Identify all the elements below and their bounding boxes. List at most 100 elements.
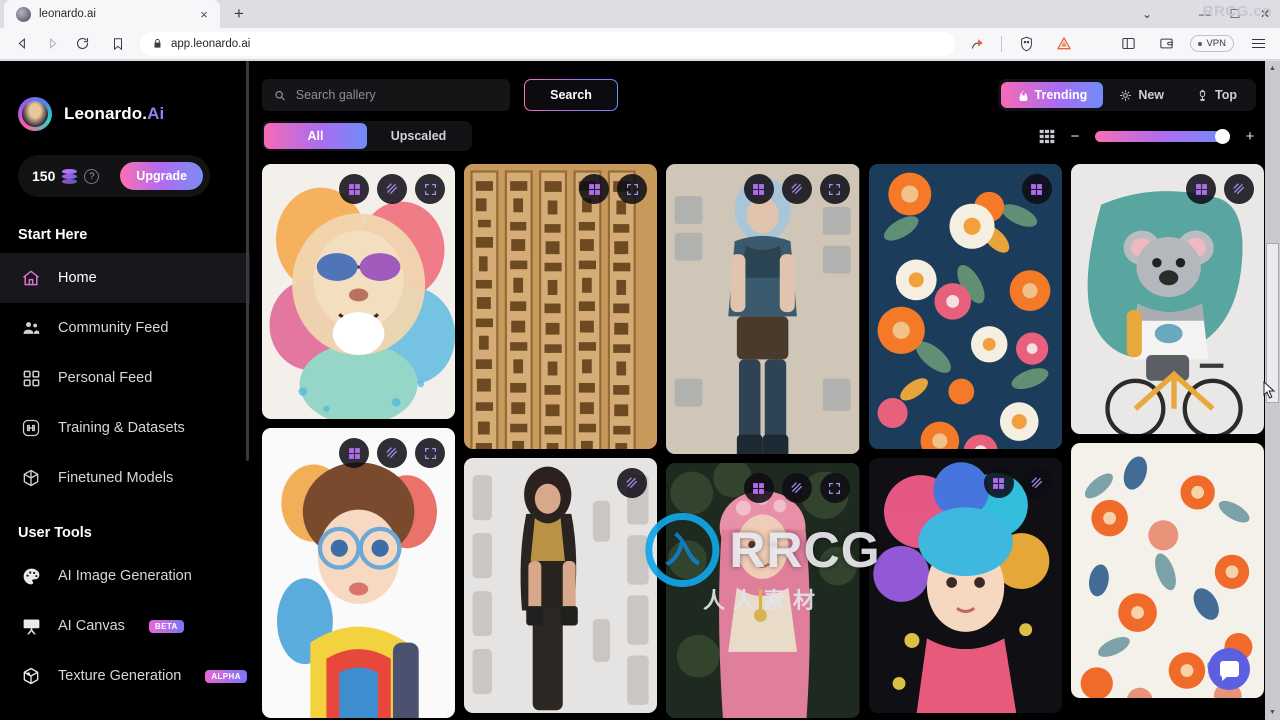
upscale-icon[interactable] [377,438,408,468]
brand[interactable]: Leonardo.Ai [0,61,250,131]
card-actions [983,468,1052,498]
remix-icon[interactable] [983,468,1014,498]
artwork-floral-blue [868,164,1062,449]
help-icon[interactable]: ? [84,168,100,184]
brave-shield-icon[interactable] [1012,31,1040,57]
card-actions [339,174,446,204]
sidebar-item-finetuned-models[interactable]: Finetuned Models [0,453,250,503]
bookmark-icon[interactable] [104,31,132,57]
upscale-icon[interactable] [377,174,408,204]
mouse-cursor [1263,381,1276,399]
browser-tab[interactable]: leonardo.ai × [4,0,220,28]
remix-icon[interactable] [339,174,370,204]
credit-amount: 150 [32,168,56,184]
browser-window: leonardo.ai × + ⌄ — ☐ ✕ RRCG.cn app.leon… [0,0,1280,720]
texture-cube-icon [20,665,42,687]
vpn-toggle[interactable]: VPN [1190,35,1234,52]
sidebar-item-ai-canvas[interactable]: AI Canvas BETA [0,601,250,651]
expand-icon[interactable] [415,174,446,204]
page-scrollbar[interactable]: ▲ ▼ [1263,61,1280,720]
filter-option-upscaled[interactable]: Upscaled [367,123,470,149]
scroll-down-arrow[interactable]: ▼ [1265,705,1280,720]
sidebar-item-personal-feed[interactable]: Personal Feed [0,353,250,403]
share-icon[interactable] [963,31,991,57]
search-button[interactable]: Search [524,79,618,111]
leonardo-avatar-logo [18,97,52,131]
gallery-card[interactable] [262,428,456,718]
upscale-icon[interactable] [781,174,812,204]
gallery-card[interactable] [464,458,658,713]
sidebar-scrollbar[interactable] [246,61,249,461]
zoom-out-button[interactable]: − [1069,128,1081,145]
trophy-icon [1199,89,1206,101]
gallery-card[interactable] [666,463,860,718]
intercom-chat-icon[interactable] [1208,648,1250,690]
beta-badge: BETA [148,619,184,633]
chevron-down-icon[interactable]: ⌄ [1132,0,1162,28]
sidebar-item-texture-generation[interactable]: Texture Generation ALPHA [0,651,250,701]
gallery-card[interactable] [868,458,1062,713]
sort-option-trending[interactable]: Trending [1000,82,1104,108]
hamburger-menu-icon[interactable] [1244,31,1272,57]
remix-icon[interactable] [1186,174,1217,204]
gallery-toolbar: Search Trending New Top [250,61,1280,151]
remix-icon[interactable] [743,473,774,503]
remix-icon[interactable] [1021,174,1052,204]
url-text: app.leonardo.ai [171,37,251,50]
sidebar-item-community-feed[interactable]: Community Feed [0,303,250,353]
gallery-column [666,164,860,718]
reload-button[interactable] [68,31,96,57]
sidebar-item-label: Community Feed [58,320,169,336]
grid-density-icon[interactable] [1039,129,1055,144]
scrollbar-thumb[interactable] [1266,243,1279,403]
sort-option-new[interactable]: New [1103,82,1180,108]
grid-size-controls: − + [1039,128,1256,145]
search-input[interactable] [295,88,498,102]
filter-option-all[interactable]: All [264,123,367,149]
upgrade-button[interactable]: Upgrade [120,162,203,190]
zoom-in-button[interactable]: + [1244,128,1256,145]
upscale-icon[interactable] [1224,174,1255,204]
gallery-card[interactable] [464,164,658,449]
close-icon[interactable]: × [196,6,212,22]
gallery-card[interactable] [868,164,1062,449]
new-tab-button[interactable]: + [226,1,252,27]
slider-thumb[interactable] [1215,128,1230,144]
wallet-icon[interactable] [1152,31,1180,57]
expand-icon[interactable] [819,473,850,503]
back-button[interactable] [8,31,36,57]
toolbar-icons: VPN [963,31,1272,57]
brave-logo-icon[interactable] [1050,31,1078,57]
address-bar[interactable]: app.leonardo.ai [140,31,956,56]
sort-option-top[interactable]: Top [1180,82,1253,108]
remix-icon[interactable] [743,174,774,204]
search-box[interactable] [262,79,510,111]
expand-icon[interactable] [415,438,446,468]
artwork-koala-bike [1070,164,1264,434]
forward-button[interactable] [38,31,66,57]
upscale-icon[interactable] [781,473,812,503]
sidebar-item-training-datasets[interactable]: Training & Datasets [0,403,250,453]
maximize-button[interactable]: ☐ [1220,0,1250,28]
remix-icon[interactable] [579,174,610,204]
training-icon [20,417,42,439]
expand-icon[interactable] [617,174,648,204]
sidebar-panel-icon[interactable] [1114,31,1142,57]
gallery-card[interactable] [666,164,860,454]
scroll-up-arrow[interactable]: ▲ [1265,61,1280,76]
sidebar-item-home[interactable]: Home [0,253,250,303]
sort-segmented-control: Trending New Top [997,79,1256,111]
upscale-icon[interactable] [1021,468,1052,498]
window-close-button[interactable]: ✕ [1250,0,1280,28]
sparkle-icon [1120,89,1132,101]
card-actions [617,468,648,498]
upscale-icon[interactable] [617,468,648,498]
minimize-button[interactable]: — [1190,0,1220,28]
gallery-card[interactable] [1070,164,1264,434]
card-actions [743,473,850,503]
expand-icon[interactable] [819,174,850,204]
remix-icon[interactable] [339,438,370,468]
gallery-card[interactable] [262,164,456,419]
grid-size-slider[interactable] [1095,128,1230,144]
sidebar-item-ai-image-generation[interactable]: AI Image Generation [0,551,250,601]
